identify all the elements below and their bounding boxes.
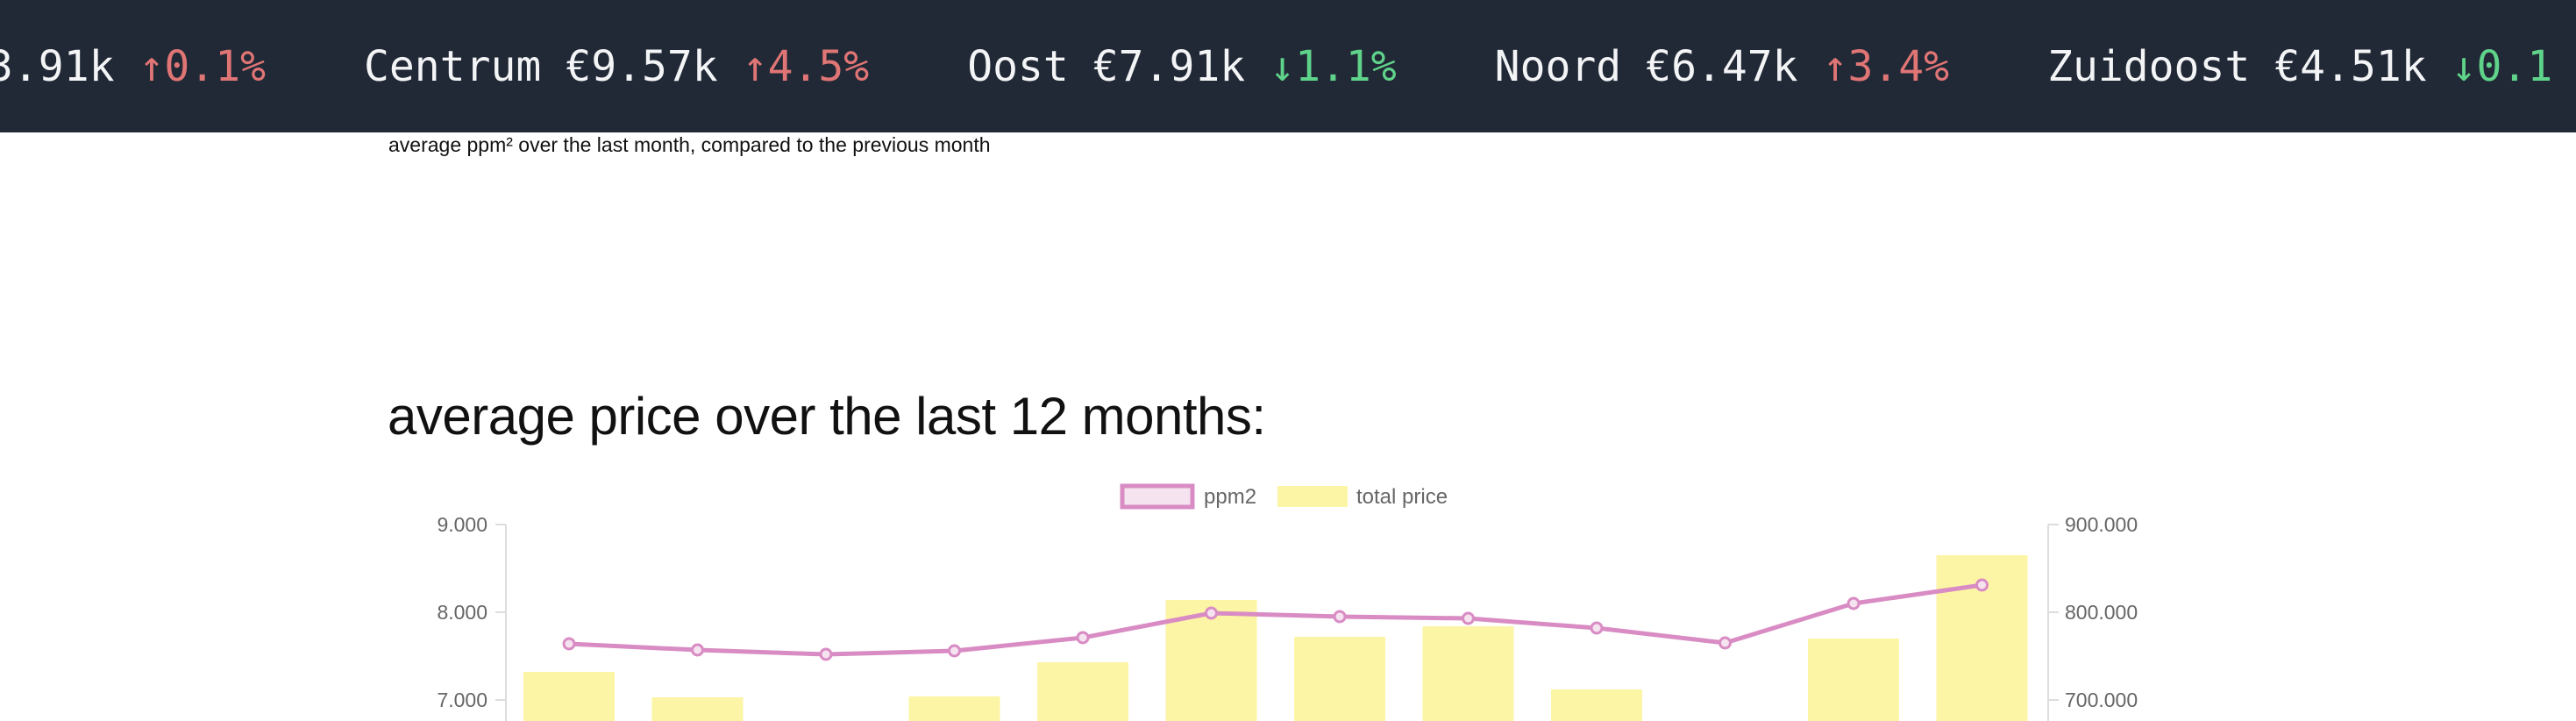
ticker-item: 3.91k ↑0.1%	[0, 42, 266, 91]
change-down: ↓1.1%	[1270, 42, 1397, 91]
arrow-up-icon: ↑	[1822, 41, 1848, 91]
legend-total-price-swatch	[1277, 486, 1348, 507]
ticker-district: Noord	[1494, 41, 1622, 91]
ppm2-point	[1975, 578, 1989, 592]
ticker-item: Zuidoost €4.51k ↓0.1	[2047, 42, 2552, 91]
ppm2-point	[1719, 636, 1732, 650]
ticker-value: €4.51k	[2274, 41, 2427, 91]
ppm2-point	[1333, 610, 1347, 624]
arrow-down-icon: ↓	[2451, 41, 2477, 91]
ppm2-point	[948, 644, 961, 658]
left-axis-tick-label: 8.000	[437, 601, 487, 624]
ticker-change: 0.1%	[164, 41, 266, 91]
arrow-up-icon: ↑	[742, 41, 768, 91]
ppm2-point	[1205, 606, 1218, 620]
ticker-item: Centrum €9.57k ↑4.5%	[364, 42, 869, 91]
bar-total-price	[1422, 626, 1514, 721]
ticker-value: 3.91k	[0, 41, 115, 91]
ppm-subtitle: average ppm² over the last month, compar…	[388, 133, 991, 156]
ticker-value: €9.57k	[566, 41, 718, 91]
ticker-district: Oost	[967, 41, 1069, 91]
change-up: ↑4.5%	[743, 42, 870, 91]
right-axis-tick-label: 700.000	[2065, 689, 2138, 711]
right-axis-tick-label: 800.000	[2065, 601, 2138, 624]
ticker-change: 4.5%	[767, 41, 870, 91]
right-axis-tick-label: 900.000	[2065, 513, 2138, 536]
arrow-down-icon: ↓	[1270, 41, 1296, 91]
ppm2-point	[562, 637, 576, 651]
ticker-track: 3.91k ↑0.1% Centrum €9.57k ↑4.5% Oost €7.91k ↓1…	[0, 0, 2576, 132]
ppm2-point	[1847, 596, 1861, 610]
ticker-change: 3.4%	[1847, 41, 1950, 91]
ppm2-point	[1076, 631, 1090, 645]
left-axis-tick-label: 7.000	[437, 689, 487, 711]
bar-total-price	[1808, 639, 1899, 721]
bar-total-price	[908, 696, 1000, 721]
price-chart: ppm2 total price 9.000 8.000 7.000 900.000 800…	[0, 456, 2576, 721]
ticker-change: 0.1	[2476, 41, 2553, 91]
bar-total-price	[1037, 662, 1128, 721]
left-axis-tick-label: 9.000	[437, 513, 487, 536]
chart-canvas: ppm2 total price 9.000 8.000 7.000 900.000 800…	[437, 483, 2138, 721]
legend-label: total price	[1356, 485, 1448, 509]
ticker-district: Centrum	[364, 41, 542, 91]
ppm2-point	[691, 643, 704, 657]
change-down: ↓0.1	[2451, 42, 2553, 91]
change-up: ↑0.1%	[139, 42, 267, 91]
ppm2-point	[819, 647, 833, 661]
ppm2-point	[1462, 611, 1475, 625]
change-up: ↑3.4%	[1823, 42, 1950, 91]
ticker-value: €6.47k	[1646, 41, 1798, 91]
ticker-district: Zuidoost	[2047, 41, 2251, 91]
ticker-item: Noord €6.47k ↑3.4%	[1495, 42, 1949, 91]
bar-total-price	[1551, 689, 1642, 721]
bar-total-price	[1294, 637, 1385, 721]
price-ticker: 3.91k ↑0.1% Centrum €9.57k ↑4.5% Oost €7.91k ↓1…	[0, 0, 2576, 132]
ticker-change: 1.1%	[1295, 41, 1397, 91]
ppm2-line	[568, 582, 1982, 657]
bar-total-price	[523, 672, 615, 721]
legend-ppm2-swatch	[1120, 483, 1195, 510]
section-title: average price over the last 12 months:	[388, 387, 1266, 446]
legend-label: ppm2	[1204, 485, 1256, 509]
ticker-item: Oost €7.91k ↓1.1%	[967, 42, 1396, 91]
bar-total-price	[651, 697, 744, 721]
ppm2-point	[1590, 621, 1604, 635]
arrow-up-icon: ↑	[139, 41, 165, 91]
ticker-value: €7.91k	[1092, 41, 1246, 91]
